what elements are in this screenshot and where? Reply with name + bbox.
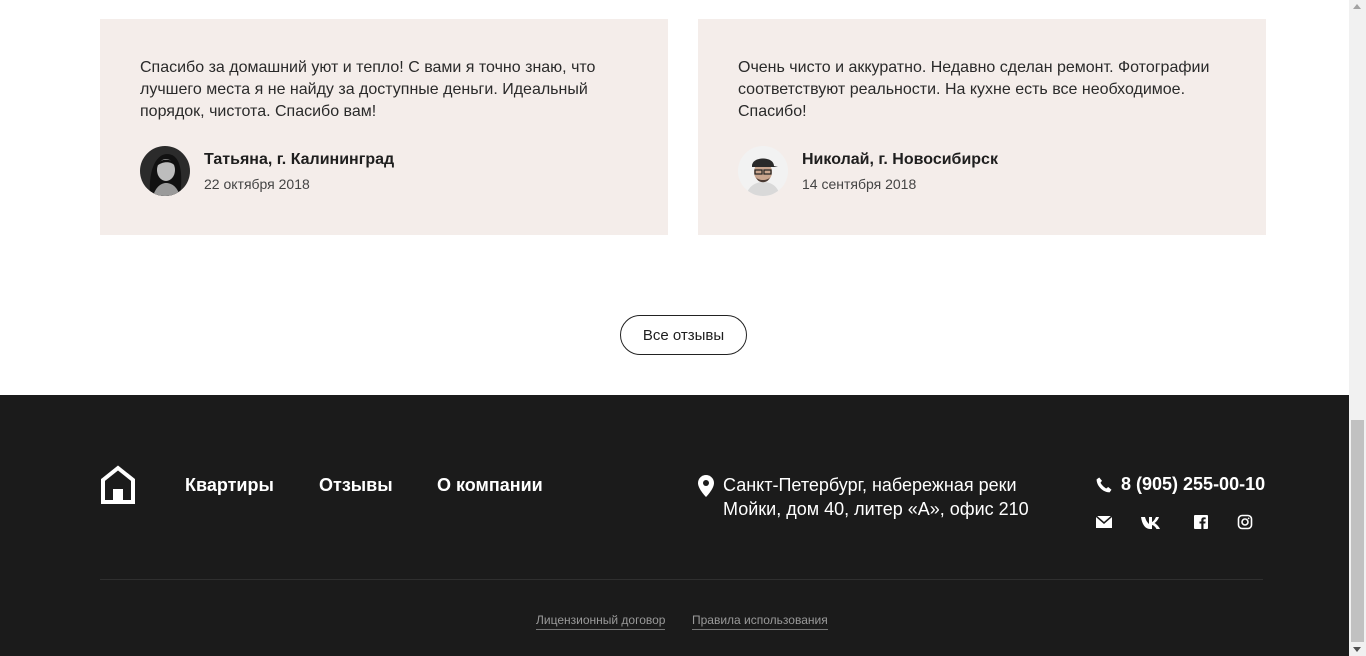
terms-of-use-link[interactable]: Правила использования bbox=[692, 613, 828, 630]
scroll-down-arrow-icon[interactable] bbox=[1353, 647, 1361, 652]
footer-nav-reviews[interactable]: Отзывы bbox=[319, 475, 393, 496]
review-text: Спасибо за домашний уют и тепло! С вами … bbox=[140, 59, 596, 120]
footer-nav-about[interactable]: О компании bbox=[437, 475, 543, 496]
scroll-up-arrow-icon[interactable] bbox=[1353, 4, 1361, 9]
instagram-icon[interactable] bbox=[1236, 514, 1254, 530]
facebook-icon[interactable] bbox=[1192, 514, 1210, 530]
license-agreement-link[interactable]: Лицензионный договор bbox=[536, 613, 666, 630]
address-line-2: Мойки, дом 40, литер «А», офис 210 bbox=[723, 499, 1029, 519]
page: Спасибо за домашний уют и тепло! С вами … bbox=[0, 0, 1349, 656]
review-text: Очень чисто и аккуратно. Недавно сделан … bbox=[738, 59, 1210, 120]
avatar bbox=[140, 146, 190, 196]
review-author-name: Татьяна, г. Калининград bbox=[204, 150, 395, 168]
footer-phone[interactable]: 8 (905) 255-00-10 bbox=[1121, 474, 1265, 495]
address-line-1: Санкт-Петербург, набережная реки bbox=[723, 475, 1017, 495]
review-date: 14 сентября 2018 bbox=[802, 175, 917, 192]
footer-divider bbox=[100, 579, 1263, 580]
review-card: Очень чисто и аккуратно. Недавно сделан … bbox=[698, 19, 1266, 235]
review-card: Спасибо за домашний уют и тепло! С вами … bbox=[100, 19, 668, 235]
review-author: Николай, г. Новосибирск 14 сентября 2018 bbox=[738, 146, 998, 196]
vk-icon[interactable] bbox=[1141, 514, 1163, 530]
house-icon[interactable] bbox=[100, 465, 136, 505]
mail-icon[interactable] bbox=[1095, 514, 1113, 530]
review-date: 22 октября 2018 bbox=[204, 175, 310, 192]
scrollbar[interactable] bbox=[1349, 0, 1366, 656]
footer-nav-apartments[interactable]: Квартиры bbox=[185, 475, 274, 496]
review-author: Татьяна, г. Калининград 22 октября 2018 bbox=[140, 146, 394, 196]
avatar bbox=[738, 146, 788, 196]
location-pin-icon bbox=[698, 475, 714, 497]
all-reviews-button[interactable]: Все отзывы bbox=[620, 315, 747, 355]
footer-address: Санкт-Петербург, набережная реки Мойки, … bbox=[723, 473, 1043, 521]
footer: Квартиры Отзывы О компании Санкт-Петербу… bbox=[0, 395, 1349, 656]
scrollbar-thumb[interactable] bbox=[1351, 420, 1364, 642]
review-author-name: Николай, г. Новосибирск bbox=[802, 150, 998, 168]
phone-icon bbox=[1096, 477, 1112, 493]
